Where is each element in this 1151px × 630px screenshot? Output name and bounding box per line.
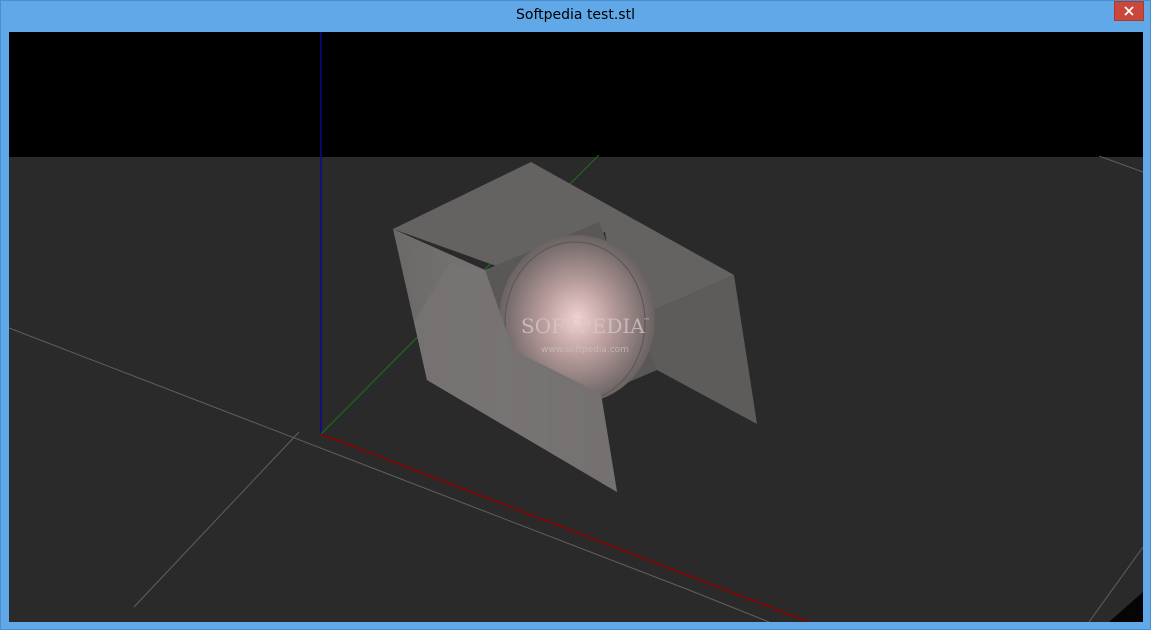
watermark-trademark: ™ <box>643 317 650 325</box>
close-button[interactable] <box>1114 1 1144 21</box>
app-window: Softpedia test.stl SOFTPEDIA ™ www.softp… <box>0 0 1151 630</box>
watermark-brand: SOFTPEDIA <box>521 314 645 338</box>
title-bar[interactable]: Softpedia test.stl <box>1 1 1150 31</box>
close-icon <box>1124 6 1134 16</box>
watermark-url: www.softpedia.com <box>541 345 629 355</box>
window-title: Softpedia test.stl <box>516 7 635 23</box>
scene-canvas[interactable]: SOFTPEDIA ™ www.softpedia.com <box>9 32 1143 622</box>
3d-viewport[interactable]: SOFTPEDIA ™ www.softpedia.com <box>9 32 1143 622</box>
